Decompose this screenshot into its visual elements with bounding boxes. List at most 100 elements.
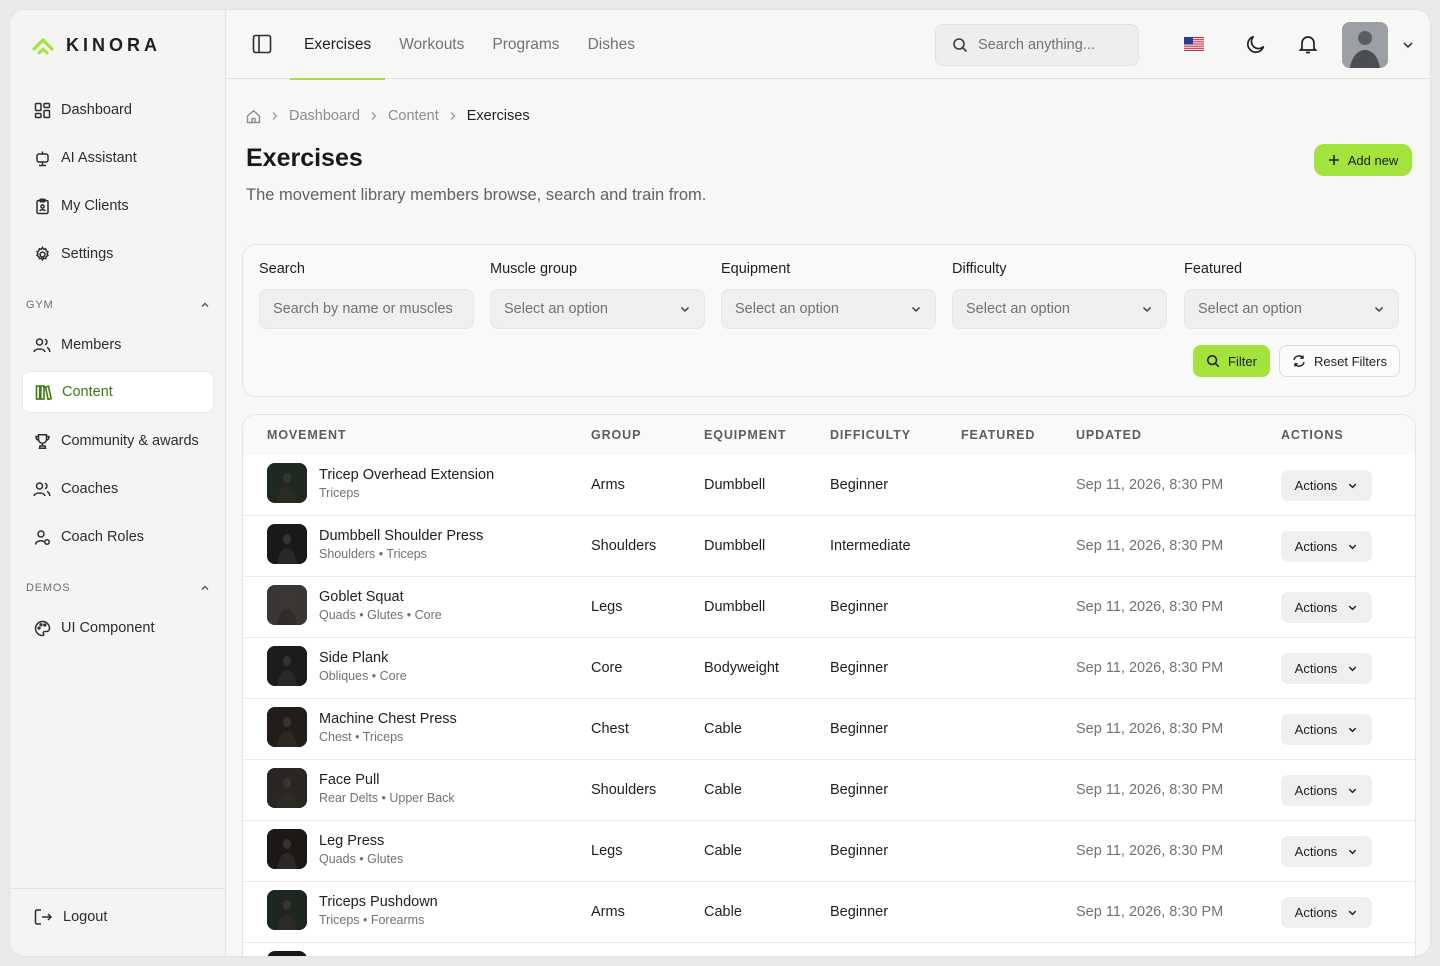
chevron-down-icon (680, 306, 690, 313)
equipment-select[interactable]: Select an option (721, 289, 936, 329)
table-row[interactable]: Goblet Squat Quads • Glutes • Core Legs Dum… (243, 577, 1415, 638)
row-actions-button[interactable]: Actions (1281, 592, 1372, 623)
reset-filters-button[interactable]: Reset Filters (1279, 345, 1400, 377)
moon-icon[interactable] (1245, 33, 1267, 55)
section-gym[interactable]: GYM (26, 297, 210, 313)
exercise-name[interactable]: Machine Chest Press (319, 711, 457, 727)
logout-icon (34, 909, 53, 925)
exercise-muscles: Chest • Triceps (319, 730, 404, 744)
exercise-name[interactable]: Dumbbell Shoulder Press (319, 528, 483, 544)
sidebar-toggle-icon[interactable] (252, 34, 272, 54)
bell-icon[interactable] (1297, 33, 1319, 55)
breadcrumb-dashboard[interactable]: Dashboard (289, 108, 360, 124)
difficulty-select[interactable]: Select an option (952, 289, 1167, 329)
home-icon[interactable] (246, 109, 261, 124)
row-actions-button[interactable]: Actions (1281, 714, 1372, 745)
clipboard-icon (33, 197, 51, 215)
row-actions-button[interactable]: Actions (1281, 897, 1372, 928)
table-header: MOVEMENT GROUP EQUIPMENT DIFFICULTY FEAT… (243, 415, 1415, 455)
sidebar-item-ui-component[interactable]: UI Component (22, 607, 214, 649)
table-row[interactable]: Triceps Pushdown Triceps • Forearms Arms Ca… (243, 882, 1415, 943)
muscle-group-select[interactable]: Select an option (490, 289, 705, 329)
section-label: DEMOS (26, 582, 71, 594)
tab-programs[interactable]: Programs (478, 10, 573, 79)
exercise-thumbnail (267, 707, 307, 747)
sidebar-item-label: Coach Roles (61, 529, 145, 545)
user-role-icon (33, 528, 51, 546)
chevron-down-icon (1374, 306, 1384, 313)
exercise-group: Core (591, 660, 623, 676)
sidebar-item-coach-roles[interactable]: Coach Roles (22, 516, 214, 558)
page-subtitle: The movement library members browse, sea… (246, 186, 707, 204)
column-header-equipment[interactable]: EQUIPMENT (704, 428, 786, 442)
table-row[interactable]: Tricep Overhead Extension Triceps Arms Dumb… (243, 455, 1415, 516)
column-header-movement[interactable]: MOVEMENT (267, 428, 346, 442)
exercise-name[interactable]: Leg Press (319, 833, 384, 849)
sidebar-item-content[interactable]: Content (22, 371, 214, 413)
chevron-up-icon (201, 585, 209, 590)
row-actions-button[interactable]: Actions (1281, 836, 1372, 867)
sidebar: KINORA Dashboard AI Assistant My Clients… (10, 10, 226, 956)
logout-button[interactable]: Logout (34, 908, 107, 926)
sidebar-item-members[interactable]: Members (22, 324, 214, 366)
featured-select[interactable]: Select an option (1184, 289, 1399, 329)
search-input[interactable]: Search by name or muscles (259, 289, 474, 329)
exercise-equipment: Cable (704, 782, 742, 798)
row-actions-button[interactable]: Actions (1281, 531, 1372, 562)
column-header-difficulty[interactable]: DIFFICULTY (830, 428, 911, 442)
tab-exercises[interactable]: Exercises (290, 10, 386, 80)
exercise-updated: Sep 11, 2026, 8:30 PM (1076, 904, 1224, 920)
exercises-table: MOVEMENT GROUP EQUIPMENT DIFFICULTY FEAT… (242, 414, 1416, 956)
column-header-updated[interactable]: UPDATED (1076, 428, 1142, 442)
exercise-name[interactable]: Side Plank (319, 650, 388, 666)
filter-label: Equipment (721, 261, 791, 277)
sidebar-item-label: Coaches (61, 481, 119, 497)
logo[interactable]: KINORA (32, 32, 161, 58)
actions-label: Actions (1294, 844, 1338, 859)
plus-icon (1328, 155, 1339, 165)
tab-dishes[interactable]: Dishes (574, 10, 649, 79)
global-search-input[interactable]: Search anything... (935, 24, 1139, 66)
logout-label: Logout (63, 909, 108, 925)
exercise-group: Legs (591, 599, 623, 615)
sidebar-item-dashboard[interactable]: Dashboard (22, 89, 214, 131)
breadcrumb-content[interactable]: Content (388, 108, 439, 124)
table-row[interactable]: Face Pull Rear Delts • Upper Back Shoulder… (243, 760, 1415, 821)
table-row[interactable]: Machine Chest Press Chest • Triceps Chest C… (243, 699, 1415, 760)
sidebar-item-label: My Clients (61, 198, 129, 214)
logo-icon (32, 38, 54, 55)
exercise-equipment: Dumbbell (704, 477, 766, 493)
sidebar-item-ai-assistant[interactable]: AI Assistant (22, 137, 214, 179)
sidebar-item-coaches[interactable]: Coaches (22, 468, 214, 510)
row-actions-button[interactable]: Actions (1281, 470, 1372, 501)
exercise-name[interactable]: Tricep Overhead Extension (319, 467, 494, 483)
exercise-name[interactable]: Triceps Pushdown (319, 894, 438, 910)
column-header-featured[interactable]: FEATURED (961, 428, 1035, 442)
exercise-name[interactable]: Face Pull (319, 772, 379, 788)
sidebar-item-community[interactable]: Community & awards (22, 420, 214, 462)
add-new-button[interactable]: Add new (1314, 144, 1412, 176)
sidebar-item-settings[interactable]: Settings (22, 233, 214, 275)
exercise-thumbnail (267, 524, 307, 564)
exercise-equipment: Dumbbell (704, 599, 766, 615)
sidebar-item-my-clients[interactable]: My Clients (22, 185, 214, 227)
sidebar-item-label: Members (61, 337, 122, 353)
exercise-updated: Sep 11, 2026, 8:30 PM (1076, 843, 1224, 859)
tab-workouts[interactable]: Workouts (385, 10, 478, 79)
us-flag-icon[interactable] (1184, 37, 1204, 51)
chevron-down-icon (1349, 849, 1357, 855)
avatar[interactable] (1342, 22, 1388, 68)
exercise-muscles: Triceps (319, 486, 360, 500)
table-row[interactable]: Side Plank Obliques • Core Core Bodyweight B… (243, 638, 1415, 699)
row-actions-button[interactable]: Actions (1281, 775, 1372, 806)
table-row[interactable]: Dumbbell Shoulder Press Shoulders • Trice… (243, 516, 1415, 577)
add-new-label: Add new (1347, 152, 1399, 168)
filter-button[interactable]: Filter (1193, 345, 1270, 377)
column-header-group[interactable]: GROUP (591, 428, 641, 442)
row-actions-button[interactable]: Actions (1281, 653, 1372, 684)
exercise-name[interactable]: Goblet Squat (319, 589, 404, 605)
chevron-down-icon[interactable] (1401, 38, 1415, 52)
section-demos[interactable]: DEMOS (26, 580, 210, 596)
chevron-right-icon (272, 112, 278, 120)
table-row[interactable]: Leg Press Quads • Glutes Legs Cable Beginner… (243, 821, 1415, 882)
